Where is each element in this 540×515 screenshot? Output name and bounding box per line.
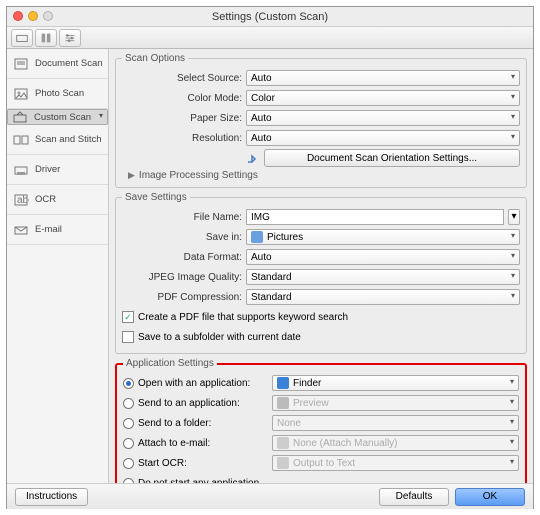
toolbar — [7, 27, 533, 49]
pdf-compression-label: PDF Compression: — [122, 292, 242, 303]
data-format-dropdown[interactable]: Auto — [246, 249, 520, 265]
settings-window: Settings (Custom Scan) Document Scan Pho… — [6, 6, 534, 509]
sidebar-item-photo-scan[interactable]: Photo Scan — [7, 79, 108, 109]
send-to-app-label: Send to an application: — [138, 398, 268, 409]
mail-icon — [277, 437, 289, 449]
instructions-button[interactable]: Instructions — [15, 488, 88, 506]
pdf-keyword-label: Create a PDF file that supports keyword … — [138, 312, 348, 323]
data-format-label: Data Format: — [122, 252, 242, 263]
attach-email-dropdown[interactable]: None (Attach Manually) — [272, 435, 519, 451]
save-settings-group: Save Settings File Name: ▾ Save in: Pictur… — [115, 192, 527, 354]
preview-icon — [277, 397, 289, 409]
do-not-start-label: Do not start any application — [138, 478, 259, 484]
image-processing-disclosure[interactable]: ▶Image Processing Settings — [128, 170, 520, 181]
orientation-settings-button[interactable]: Document Scan Orientation Settings... — [264, 149, 520, 167]
save-in-dropdown[interactable]: Pictures — [246, 229, 520, 245]
sidebar-item-scan-stitch[interactable]: Scan and Stitch — [7, 125, 108, 155]
footer: Instructions Defaults OK — [7, 483, 533, 509]
toolbar-sliders-icon[interactable] — [59, 29, 81, 47]
do-not-start-radio[interactable] — [123, 478, 134, 484]
triangle-right-icon: ▶ — [128, 170, 135, 181]
folder-icon — [251, 231, 263, 243]
resolution-dropdown[interactable]: Auto — [246, 130, 520, 146]
open-with-app-label: Open with an application: — [138, 378, 268, 389]
send-to-folder-radio[interactable] — [123, 418, 134, 429]
open-with-app-dropdown[interactable]: Finder — [272, 375, 519, 391]
select-source-dropdown[interactable]: Auto — [246, 70, 520, 86]
start-ocr-radio[interactable] — [123, 458, 134, 469]
send-to-app-radio[interactable] — [123, 398, 134, 409]
jpeg-quality-dropdown[interactable]: Standard — [246, 269, 520, 285]
sidebar-item-email[interactable]: E-mail — [7, 215, 108, 245]
subfolder-date-checkbox[interactable] — [122, 331, 134, 343]
color-mode-label: Color Mode: — [122, 93, 242, 104]
pdf-keyword-checkbox[interactable]: ✓ — [122, 311, 134, 323]
sidebar-item-label: OCR — [35, 194, 56, 205]
jpeg-quality-label: JPEG Image Quality: — [122, 272, 242, 283]
start-ocr-dropdown[interactable]: Output to Text — [272, 455, 519, 471]
application-settings-group: Application Settings Open with an applic… — [115, 358, 527, 483]
ok-button[interactable]: OK — [455, 488, 525, 506]
file-name-label: File Name: — [122, 212, 242, 223]
save-settings-legend: Save Settings — [122, 192, 190, 203]
titlebar: Settings (Custom Scan) — [7, 7, 533, 27]
sidebar-item-label: Scan and Stitch — [35, 134, 102, 145]
sidebar-item-driver[interactable]: Driver — [7, 155, 108, 185]
text-icon — [277, 457, 289, 469]
toolbar-general-icon[interactable] — [35, 29, 57, 47]
svg-text:abc: abc — [17, 195, 29, 206]
attach-email-label: Attach to e-mail: — [138, 438, 268, 449]
sidebar-item-label: Photo Scan — [35, 88, 84, 99]
attach-email-radio[interactable] — [123, 438, 134, 449]
sidebar-item-custom-scan[interactable]: Custom Scan — [7, 109, 108, 125]
scan-options-legend: Scan Options — [122, 53, 188, 64]
window-controls — [13, 11, 53, 21]
finder-icon — [277, 377, 289, 389]
minimize-icon[interactable] — [28, 11, 38, 21]
save-in-label: Save in: — [122, 232, 242, 243]
start-ocr-label: Start OCR: — [138, 458, 268, 469]
sidebar-item-label: Custom Scan — [34, 112, 91, 123]
open-with-app-radio[interactable] — [123, 378, 134, 389]
sidebar-item-label: Driver — [35, 164, 60, 175]
toolbar-scanner-icon[interactable] — [11, 29, 33, 47]
subfolder-date-label: Save to a subfolder with current date — [138, 332, 301, 343]
sidebar-item-document-scan[interactable]: Document Scan — [7, 49, 108, 79]
zoom-icon — [43, 11, 53, 21]
select-source-label: Select Source: — [122, 73, 242, 84]
orientation-icon — [246, 152, 260, 164]
defaults-button[interactable]: Defaults — [379, 488, 449, 506]
window-title: Settings (Custom Scan) — [212, 11, 328, 23]
application-settings-legend: Application Settings — [123, 358, 217, 369]
file-name-input[interactable] — [246, 209, 504, 225]
sidebar-item-label: Document Scan — [35, 58, 103, 69]
sidebar-item-label: E-mail — [35, 224, 62, 235]
content-pane: Scan Options Select Source: Auto Color Mo… — [109, 49, 533, 483]
close-icon[interactable] — [13, 11, 23, 21]
sidebar-item-ocr[interactable]: abc OCR — [7, 185, 108, 215]
pdf-compression-dropdown[interactable]: Standard — [246, 289, 520, 305]
color-mode-dropdown[interactable]: Color — [246, 90, 520, 106]
send-to-folder-label: Send to a folder: — [138, 418, 268, 429]
send-to-folder-dropdown[interactable]: None — [272, 415, 519, 431]
resolution-label: Resolution: — [122, 133, 242, 144]
send-to-app-dropdown[interactable]: Preview — [272, 395, 519, 411]
sidebar: Document Scan Photo Scan Custom Scan Sca… — [7, 49, 109, 483]
paper-size-dropdown[interactable]: Auto — [246, 110, 520, 126]
file-name-dropdown-icon[interactable]: ▾ — [508, 209, 520, 225]
scan-options-group: Scan Options Select Source: Auto Color Mo… — [115, 53, 527, 188]
paper-size-label: Paper Size: — [122, 113, 242, 124]
